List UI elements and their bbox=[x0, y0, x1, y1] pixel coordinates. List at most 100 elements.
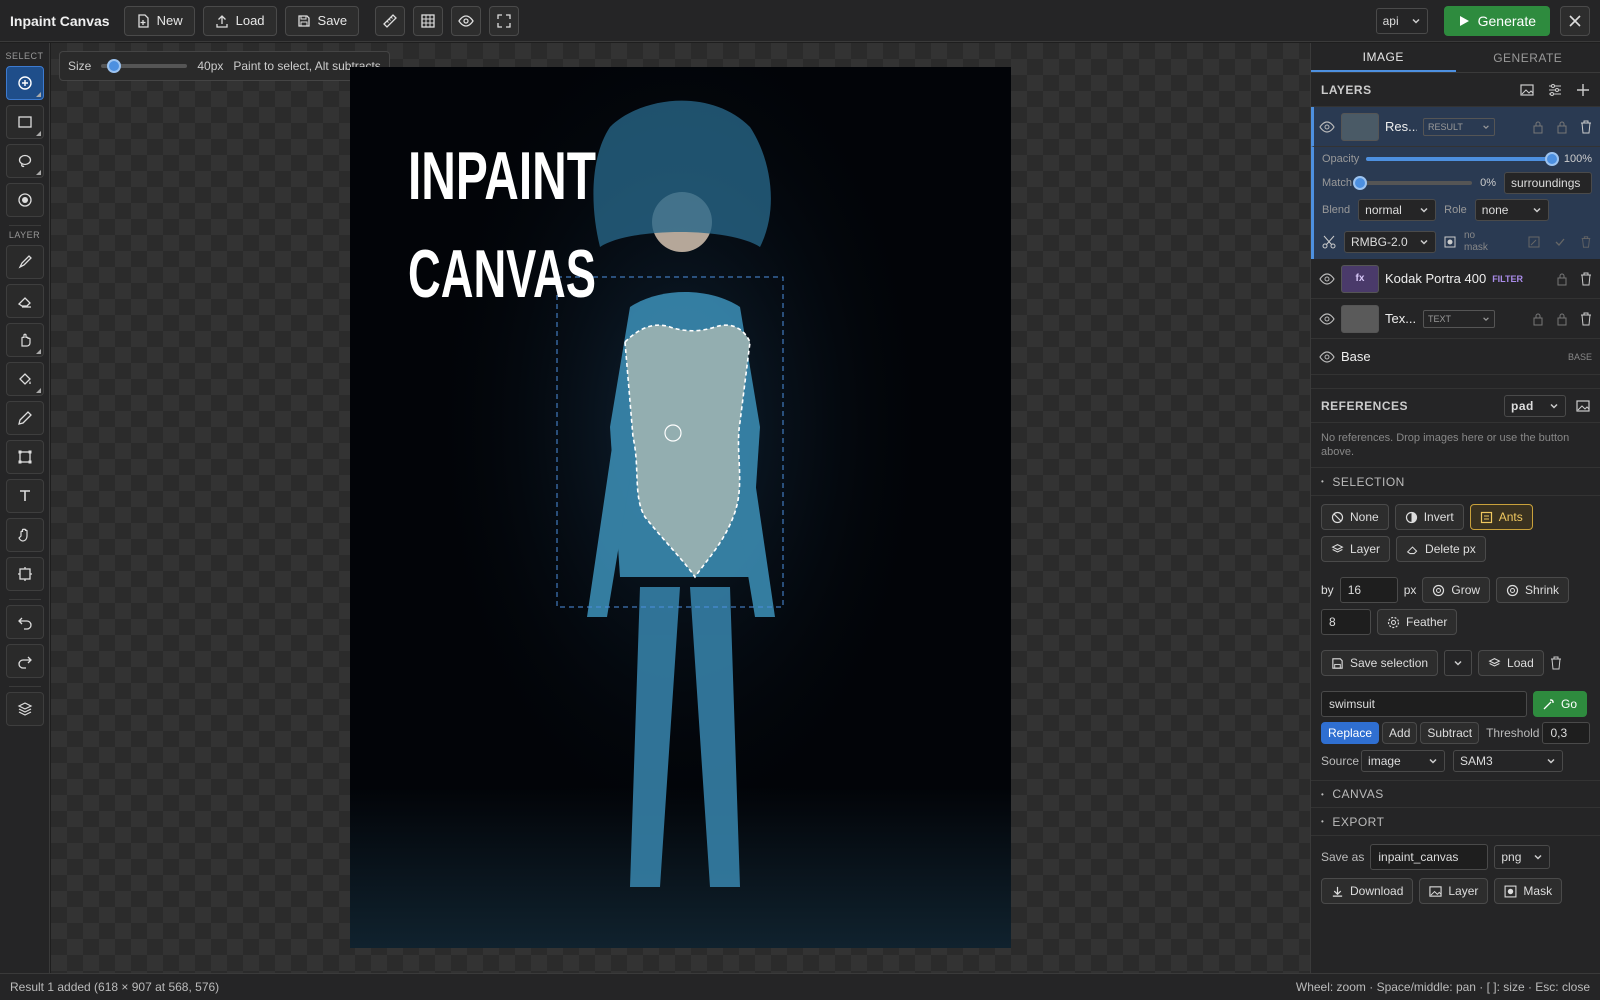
add-layer-icon[interactable] bbox=[1576, 83, 1590, 97]
mode-replace-button[interactable]: Replace bbox=[1321, 722, 1380, 744]
layer-result[interactable]: Res... RESULT bbox=[1311, 107, 1600, 147]
layer-text[interactable]: Tex... TEXT bbox=[1311, 299, 1600, 339]
alpha-lock-icon[interactable] bbox=[1556, 312, 1568, 326]
visibility-eye-icon[interactable] bbox=[1319, 120, 1335, 134]
layer-base[interactable]: Base BASE bbox=[1311, 339, 1600, 375]
trash-icon[interactable] bbox=[1580, 120, 1592, 134]
export-format-select[interactable]: png bbox=[1494, 845, 1551, 869]
mode-add-button[interactable]: Add bbox=[1382, 722, 1418, 744]
scissors-icon[interactable] bbox=[1322, 235, 1336, 249]
download-button[interactable]: Download bbox=[1321, 878, 1414, 904]
tab-generate[interactable]: GENERATE bbox=[1456, 43, 1600, 72]
ruler-button[interactable] bbox=[375, 5, 406, 36]
pan-tool[interactable] bbox=[5, 518, 44, 552]
rect-select-tool[interactable] bbox=[5, 105, 44, 139]
export-filename-input[interactable]: inpaint_canvas bbox=[1370, 844, 1489, 870]
saved-selection-select[interactable] bbox=[1444, 650, 1473, 676]
select-none-button[interactable]: None bbox=[1321, 504, 1389, 530]
close-button[interactable] bbox=[1560, 5, 1590, 36]
new-button[interactable]: New bbox=[123, 5, 195, 36]
visibility-eye-icon[interactable] bbox=[1319, 350, 1335, 364]
backend-select[interactable]: api bbox=[1375, 7, 1428, 34]
opacity-knob[interactable] bbox=[1545, 152, 1559, 166]
load-selection-button[interactable]: Load bbox=[1478, 650, 1544, 676]
object-select-tool[interactable] bbox=[5, 183, 44, 217]
layer-filter[interactable]: fx Kodak Portra 400 FILTER bbox=[1311, 259, 1600, 299]
brush-size-knob[interactable] bbox=[107, 59, 122, 73]
lock-icon[interactable] bbox=[1556, 272, 1568, 286]
layer-type-select[interactable]: TEXT bbox=[1423, 309, 1495, 328]
delete-pixels-button[interactable]: Delete px bbox=[1396, 536, 1486, 562]
pencil-tool[interactable] bbox=[5, 401, 44, 435]
save-button[interactable]: Save bbox=[284, 5, 360, 36]
tab-image[interactable]: IMAGE bbox=[1311, 43, 1456, 72]
segment-prompt-input[interactable]: swimsuit bbox=[1321, 691, 1527, 717]
fullscreen-button[interactable] bbox=[489, 5, 520, 36]
threshold-input[interactable]: 0,3 bbox=[1542, 722, 1590, 744]
lock-icon[interactable] bbox=[1532, 120, 1544, 134]
status-bar: Result 1 added (618 × 907 at 568, 576) W… bbox=[0, 973, 1600, 1000]
trash-icon[interactable] bbox=[1550, 656, 1562, 670]
export-layer-button[interactable]: Layer bbox=[1419, 878, 1489, 904]
feather-button[interactable]: Feather bbox=[1377, 609, 1458, 635]
segment-go-button[interactable]: Go bbox=[1533, 691, 1588, 717]
edit-mask-icon[interactable] bbox=[1528, 236, 1540, 248]
canvas-section-header[interactable]: • CANVAS bbox=[1311, 780, 1600, 808]
reference-mode-select[interactable]: pad bbox=[1504, 394, 1566, 417]
role-select[interactable]: none bbox=[1474, 199, 1549, 221]
lock-icon[interactable] bbox=[1532, 312, 1544, 326]
smudge-tool[interactable] bbox=[5, 323, 44, 357]
generate-button[interactable]: Generate bbox=[1443, 5, 1550, 36]
source-select[interactable]: image bbox=[1361, 750, 1446, 772]
apply-mask-icon[interactable] bbox=[1554, 236, 1566, 248]
undo-button[interactable] bbox=[5, 605, 44, 639]
adjustments-icon[interactable] bbox=[1548, 83, 1562, 97]
opacity-slider[interactable] bbox=[1366, 152, 1559, 166]
brush-size-slider[interactable] bbox=[101, 59, 188, 73]
alpha-lock-icon[interactable] bbox=[1556, 120, 1568, 134]
selection-to-layer-button[interactable]: Layer bbox=[1321, 536, 1391, 562]
blend-select[interactable]: normal bbox=[1358, 199, 1437, 221]
segment-model-select[interactable]: SAM3 bbox=[1453, 750, 1564, 772]
fill-tool[interactable] bbox=[5, 362, 44, 396]
lasso-tool[interactable] bbox=[5, 144, 44, 178]
add-reference-image-icon[interactable] bbox=[1576, 399, 1590, 413]
layer-type-select[interactable]: RESULT bbox=[1423, 117, 1495, 136]
save-selection-button[interactable]: Save selection bbox=[1321, 650, 1439, 676]
selection-section-header[interactable]: • SELECTION bbox=[1311, 468, 1600, 496]
trash-icon[interactable] bbox=[1580, 312, 1592, 326]
visibility-eye-icon[interactable] bbox=[1319, 272, 1335, 286]
bg-model-select[interactable]: RMBG-2.0 bbox=[1344, 231, 1436, 253]
invert-selection-button[interactable]: Invert bbox=[1394, 504, 1464, 530]
redo-button[interactable] bbox=[5, 644, 44, 678]
canvas-image[interactable]: INPAINT CANVAS bbox=[350, 67, 1011, 948]
grid-button[interactable] bbox=[413, 5, 444, 36]
brush-select-tool[interactable] bbox=[5, 66, 44, 100]
add-image-layer-icon[interactable] bbox=[1520, 83, 1534, 97]
marching-ants-button[interactable]: Ants bbox=[1469, 504, 1533, 530]
grow-amount-input[interactable]: 16 bbox=[1339, 577, 1398, 603]
preview-button[interactable] bbox=[451, 5, 482, 36]
match-knob[interactable] bbox=[1353, 176, 1368, 190]
mask-icon[interactable] bbox=[1444, 236, 1456, 248]
shrink-button[interactable]: Shrink bbox=[1496, 577, 1570, 603]
layers-toggle-button[interactable] bbox=[5, 692, 44, 726]
eraser-tool[interactable] bbox=[5, 284, 44, 318]
trash-icon[interactable] bbox=[1580, 272, 1592, 286]
match-slider[interactable] bbox=[1353, 176, 1473, 190]
transform-tool[interactable] bbox=[5, 440, 44, 474]
canvas-viewport[interactable]: Size 40px Paint to select, Alt subtracts bbox=[51, 43, 1310, 973]
brush-tool[interactable] bbox=[5, 245, 44, 279]
feather-amount-input[interactable]: 8 bbox=[1321, 609, 1371, 635]
delete-mask-icon[interactable] bbox=[1580, 236, 1592, 248]
text-tool[interactable] bbox=[5, 479, 44, 513]
grow-button[interactable]: Grow bbox=[1422, 577, 1491, 603]
export-section-header[interactable]: • EXPORT bbox=[1311, 808, 1600, 836]
blend-row: Blend normal Role none bbox=[1311, 195, 1600, 225]
mode-subtract-button[interactable]: Subtract bbox=[1420, 722, 1480, 744]
export-mask-button[interactable]: Mask bbox=[1494, 878, 1563, 904]
visibility-eye-icon[interactable] bbox=[1319, 312, 1335, 326]
load-button[interactable]: Load bbox=[202, 5, 277, 36]
crop-tool[interactable] bbox=[5, 557, 44, 591]
match-mode-select[interactable]: surroundings bbox=[1504, 172, 1592, 194]
